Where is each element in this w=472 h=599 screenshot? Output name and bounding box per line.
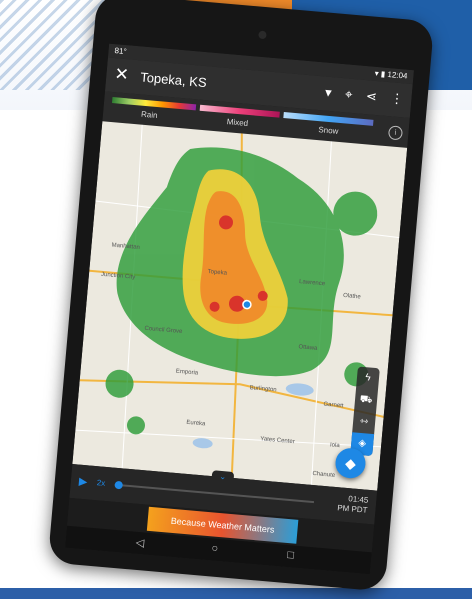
- status-clock: ▾ ▮ 12:04: [374, 68, 408, 81]
- location-title: Topeka, KS: [139, 69, 208, 91]
- city-label: Iola: [329, 442, 340, 450]
- timeline-track[interactable]: [114, 483, 315, 504]
- traffic-icon[interactable]: ⛟: [354, 388, 378, 412]
- playback-speed[interactable]: 2x: [96, 478, 105, 488]
- play-icon[interactable]: ▶: [78, 475, 88, 489]
- timeline-scrubber[interactable]: [114, 480, 124, 490]
- timeline-time: 01:45 PM PDT: [337, 493, 369, 516]
- ruler-icon[interactable]: ⇿: [352, 410, 376, 434]
- tablet-screen: 81° ▾ ▮ 12:04 ✕ Topeka, KS ▾ ⌖ ⋖ ⋮ Rain …: [65, 43, 414, 575]
- lake: [192, 438, 213, 449]
- radar-cell: [126, 416, 145, 435]
- locate-icon[interactable]: ⌖: [345, 86, 354, 102]
- camera-icon: [258, 30, 267, 40]
- recents-icon[interactable]: □: [287, 549, 295, 562]
- back-icon[interactable]: ◁: [135, 536, 145, 550]
- legend-mixed-label: Mixed: [226, 117, 249, 128]
- timeline-time-line2: PM PDT: [336, 503, 368, 515]
- current-location-marker[interactable]: [242, 299, 252, 310]
- legend-snow-label: Snow: [318, 125, 339, 136]
- bottom-strip: [0, 588, 472, 599]
- info-icon[interactable]: i: [387, 125, 404, 141]
- app-bar-actions: ▾ ⌖ ⋖ ⋮: [314, 84, 404, 108]
- minor-road: [75, 429, 382, 448]
- collapse-chevron-icon[interactable]: ⌄: [211, 470, 235, 485]
- rain-color-bar: [111, 97, 197, 111]
- status-temp: 81°: [114, 46, 128, 57]
- radar-cell: [105, 369, 134, 398]
- legend-rain-label: Rain: [140, 109, 158, 121]
- close-icon[interactable]: ✕: [114, 64, 130, 85]
- mixed-color-bar: [199, 104, 280, 118]
- tablet-device: 81° ▾ ▮ 12:04 ✕ Topeka, KS ▾ ⌖ ⋖ ⋮ Rain …: [47, 0, 435, 592]
- snow-color-bar: [283, 112, 374, 126]
- status-time: 12:04: [387, 69, 408, 81]
- share-icon[interactable]: ⋖: [365, 88, 377, 104]
- home-icon[interactable]: ○: [211, 542, 219, 555]
- lightning-icon[interactable]: ϟ: [356, 366, 380, 390]
- dropdown-icon[interactable]: ▾: [324, 85, 332, 101]
- more-icon[interactable]: ⋮: [390, 90, 404, 106]
